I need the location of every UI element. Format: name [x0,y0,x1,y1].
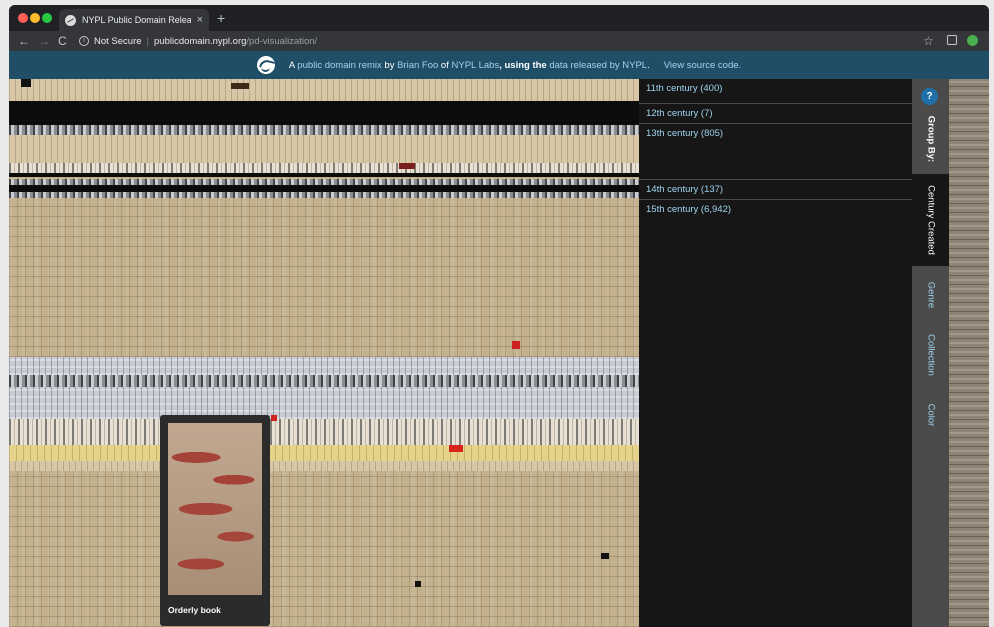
mosaic-tile [449,445,463,452]
url-separator: | [146,35,149,47]
mosaic-band [9,419,639,445]
tab-title: NYPL Public Domain Release 2 [82,15,191,25]
item-preview-image[interactable] [168,423,262,595]
url-host: publicdomain.nypl.org [154,35,247,47]
address-bar[interactable]: i Not Secure | publicdomain.nypl.org/pd-… [79,33,919,49]
banner-using: , using the [499,59,547,71]
mosaic-tile [271,415,277,421]
banner-prefix: A [288,59,295,71]
mosaic-tile [399,163,415,169]
group-row-13th-century[interactable]: 13th century (805) [639,123,912,179]
mosaic-band [9,387,639,419]
tab-label: Century Created [925,185,936,255]
group-row-14th-century[interactable]: 14th century (137) [639,179,912,199]
mosaic-tile [601,553,609,559]
mosaic-band [9,375,639,387]
tab-genre[interactable]: Genre [912,269,949,321]
mosaic-band [9,79,639,101]
item-preview-title: Orderly book [168,605,221,615]
profile-avatar[interactable] [967,35,978,46]
mosaic-tile [21,79,31,87]
nypl-logo-icon[interactable] [256,56,275,74]
mosaic-band [9,185,639,192]
mosaic-band [9,135,639,163]
mosaic-band [9,163,639,173]
group-row-11th-century[interactable]: 11th century (400) [639,79,912,103]
mosaic-band [9,192,639,198]
banner-period: . [647,59,650,71]
close-window-button[interactable] [18,13,28,23]
browser-toolbar: ← → C i Not Secure | publicdomain.nypl.o… [9,31,989,51]
group-row-15th-century[interactable]: 15th century (6,942) [639,199,912,627]
browser-tab[interactable]: NYPL Public Domain Release 2 × [59,9,209,31]
url-path: /pd-visualization/ [246,35,318,47]
tab-label: Color [925,403,936,427]
banner-by: by [384,59,395,71]
item-preview-tooltip[interactable]: Orderly book [160,415,270,626]
tab-label: Collection [925,334,936,376]
url-text[interactable]: publicdomain.nypl.org/pd-visualization/ [154,36,317,47]
reload-button[interactable]: C [58,34,67,48]
bookmark-star-icon[interactable]: ☆ [923,34,934,48]
nypl-favicon-icon [65,14,76,26]
banner-of: of [440,59,449,71]
tab-color[interactable]: Color [912,389,949,441]
image-mosaic[interactable]: Orderly book [9,79,639,627]
tab-strip: NYPL Public Domain Release 2 × + [9,5,989,31]
mosaic-band [9,445,639,461]
maximize-window-button[interactable] [42,13,52,23]
group-row-12th-century[interactable]: 12th century (7) [639,103,912,123]
close-tab-icon[interactable]: × [197,14,203,26]
help-button[interactable]: ? [921,88,938,105]
extension-icon[interactable] [947,35,957,45]
mosaic-band [9,173,639,177]
back-button[interactable]: ← [18,34,30,48]
mosaic-band [9,357,639,375]
forward-button[interactable]: → [38,34,50,48]
group-by-label: Group By: [912,109,949,169]
mosaic-tile [231,83,249,89]
author-link[interactable]: Brian Foo [397,60,438,71]
mosaic-band [9,125,639,135]
public-domain-remix-link[interactable]: public domain remix [297,60,381,71]
view-source-link[interactable]: View source code. [664,60,741,71]
security-label[interactable]: Not Secure [94,36,142,47]
banner-text: A public domain remix by Brian Foo of NY… [289,60,650,71]
mosaic-tile [512,341,520,349]
group-by-sidebar: ? Group By: Century Created Genre Collec… [912,79,949,627]
nypl-labs-link[interactable]: NYPL Labs [452,60,500,71]
minimize-window-button[interactable] [30,13,40,23]
mosaic-tile [415,581,421,587]
mosaic-band [9,101,639,125]
tab-collection[interactable]: Collection [912,324,949,386]
mosaic-band [9,461,639,471]
new-tab-button[interactable]: + [217,11,225,25]
tab-century-created[interactable]: Century Created [912,174,949,266]
group-list: 11th century (400) 12th century (7) 13th… [639,79,912,627]
mosaic-edge-strip [949,79,989,627]
tab-label: Genre [925,281,936,309]
data-released-link[interactable]: data released by NYPL [549,60,647,71]
group-by-text: Group By: [925,115,936,163]
site-banner: A public domain remix by Brian Foo of NY… [9,51,989,79]
info-icon[interactable]: i [79,36,89,46]
browser-window: NYPL Public Domain Release 2 × + ← → C i… [9,5,989,627]
